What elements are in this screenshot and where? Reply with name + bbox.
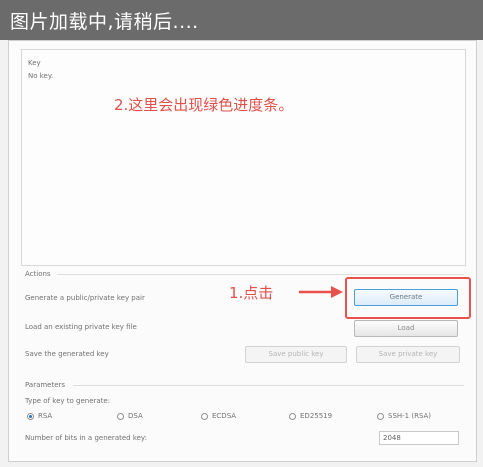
radio-ssh1-rsa[interactable] (377, 413, 384, 420)
key-status: No key. (28, 72, 54, 80)
generate-label: Generate a public/private key pair (25, 294, 145, 302)
arrow-icon (299, 286, 343, 298)
radio-ed25519[interactable] (289, 413, 296, 420)
key-type-group: RSA DSA ECDSA ED25519 SSH-1 (RSA) (25, 411, 465, 423)
radio-ed25519-label: ED25519 (300, 412, 333, 420)
radio-ecdsa-label: ECDSA (212, 412, 237, 420)
key-type-label: Type of key to generate: (25, 397, 111, 405)
bits-label: Number of bits in a generated key: (25, 434, 147, 442)
generate-button[interactable]: Generate (354, 289, 458, 306)
save-label: Save the generated key (25, 350, 109, 358)
radio-dsa[interactable] (117, 413, 124, 420)
progress-note: 2.这里会出现绿色进度条。 (114, 96, 294, 114)
radio-ssh1-rsa-label: SSH-1 (RSA) (388, 412, 432, 420)
bits-input[interactable]: 2048 (379, 431, 459, 445)
radio-rsa[interactable] (27, 413, 34, 420)
loading-overlay: 图片加载中,请稍后.... (0, 0, 483, 40)
key-panel: Key No key. 2.这里会出现绿色进度条。 (21, 49, 466, 266)
actions-divider (57, 274, 464, 275)
key-heading: Key (28, 59, 41, 67)
parameters-heading: Parameters (25, 381, 66, 389)
load-label: Load an existing private key file (25, 323, 137, 331)
radio-rsa-label: RSA (38, 412, 53, 420)
loading-text: 图片加载中,请稍后.... (10, 11, 199, 33)
parameters-divider (73, 385, 464, 386)
save-private-key-button[interactable]: Save private key (356, 346, 460, 363)
actions-heading: Actions (25, 270, 51, 278)
radio-ecdsa[interactable] (201, 413, 208, 420)
keygen-window: Key No key. 2.这里会出现绿色进度条。 Actions Genera… (8, 40, 477, 462)
click-note: 1.点击 (229, 284, 274, 302)
save-public-key-button[interactable]: Save public key (245, 346, 347, 363)
radio-dsa-label: DSA (128, 412, 143, 420)
load-button[interactable]: Load (354, 320, 458, 337)
